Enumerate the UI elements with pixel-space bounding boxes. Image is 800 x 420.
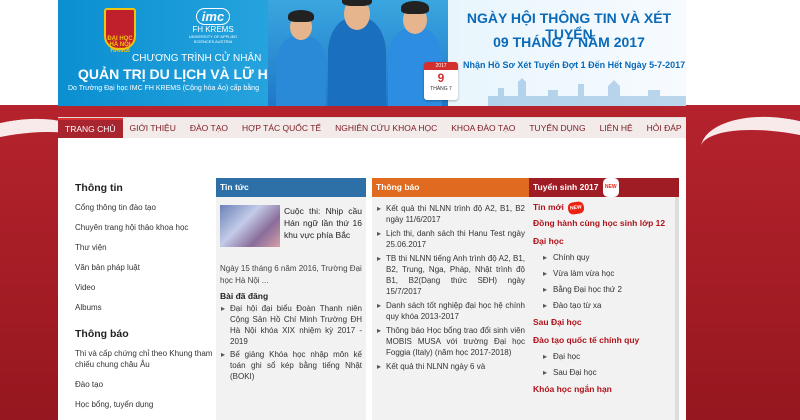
latest-news-row: Tin mới NEW [533,200,675,215]
announcements-panel: Thông báo Kết quả thi NLNN trình độ A2, … [372,178,529,420]
student-figure [276,10,326,106]
announcement-item[interactable]: Thông báo Học bổng trao đổi sinh viên MO… [376,325,525,358]
international-postgrad-link[interactable]: Sau Đại học [543,367,675,378]
calendar-month: THÁNG 7 [430,86,452,92]
new-badge-icon: NEW [567,200,585,215]
calendar-icon: 2017 9 THÁNG 7 [424,62,458,100]
announcement-item[interactable]: Kết quả thi NLNN ngày 6 và [376,361,525,372]
sidebar-item-training-portal[interactable]: Cổng thông tin đào tạo [75,202,188,213]
undergrad-distance-link[interactable]: Đào tạo từ xa [543,300,675,311]
undergrad-link[interactable]: Đại học [533,235,675,247]
page-container: ĐẠI HỌC HÀ NỘI HANOI imc FH KREMS UNIVER… [58,0,686,420]
event-date: 09 THÁNG 7 NĂM 2017 [493,34,645,50]
sidebar-item-video[interactable]: Video [75,282,188,293]
imc-logo-subtitle: UNIVERSITY OF APPLIED SCIENCES AUSTRIA [188,34,238,44]
announcements-list: Kết quả thi NLNN trình độ A2, B1, B2 ngà… [372,197,529,372]
short-course-link[interactable]: Khóa học ngắn hạn [533,383,675,395]
nav-faculties[interactable]: KHOA ĐÀO TẠO [444,118,522,139]
main-nav: TRANG CHỦ GIỚI THIỆU ĐÀO TẠO HỢP TÁC QUỐ… [58,117,689,139]
notice-section-title: Thông báo [75,328,129,340]
posted-articles-list: Đại hội đại biểu Đoàn Thanh niên Cộng Sả… [216,301,366,382]
sidebar-item-scholarships[interactable]: Học bổng, tuyển dụng [75,399,214,410]
undergrad-fulltime-link[interactable]: Chính quy [543,252,675,263]
sidebar-item-albums[interactable]: Albums [75,302,188,313]
new-badge-icon: NEW [602,178,619,198]
imc-logo-mark: imc [195,8,231,25]
latest-news-label: Tin mới [533,202,564,212]
application-deadline-notice: Nhận Hồ Sơ Xét Tuyển Đợt 1 Đến Hết Ngày … [463,60,686,70]
international-list: Đại học Sau Đại học [533,351,675,378]
nav-home[interactable]: TRANG CHỦ [58,118,123,139]
students-photo [268,0,448,106]
nav-faq[interactable]: HỎI ĐÁP [640,118,689,139]
decorative-curve-right [695,107,800,209]
admissions-panel-title: Tuyển sinh 2017 [533,182,599,192]
admissions-panel: Tuyển sinh 2017 NEW Tin mới NEW Đồng hàn… [529,178,679,420]
student-figure [328,0,386,106]
notice-section: Thông báo Thi và cấp chứng chỉ theo Khun… [64,326,214,419]
program-label: CHƯƠNG TRÌNH CỬ NHÂN [132,53,262,64]
announcement-item[interactable]: Danh sách tốt nghiệp đại học hệ chính qu… [376,300,525,322]
student-hair [342,0,372,6]
header-banner[interactable]: ĐẠI HỌC HÀ NỘI HANOI imc FH KREMS UNIVER… [58,0,686,106]
admissions-highlight-link[interactable]: Đồng hành cùng học sinh lớp 12 [533,217,675,229]
nav-training[interactable]: ĐÀO TẠO [183,118,235,139]
sidebar-item-legal-docs[interactable]: Văn bản pháp luật [75,262,188,273]
announcement-item[interactable]: TB thi NLNN tiếng Anh trình độ A2, B1, B… [376,253,525,297]
city-skyline-graphic [488,78,686,106]
admissions-menu: Tin mới NEW Đồng hành cùng học sinh lớp … [529,197,679,395]
info-section: Thông tin Cổng thông tin đào tạo Chuyên … [64,180,188,322]
student-hair [401,1,429,14]
imc-logo-name: FH KREMS [192,25,234,34]
undergrad-work-study-link[interactable]: Vừa làm vừa học [543,268,675,279]
announcement-item[interactable]: Kết quả thi NLNN trình độ A2, B1, B2 ngà… [376,203,525,225]
hanu-logo-text: ĐẠI HỌC HÀ NỘI HANOI [107,36,133,54]
news-panel: Tin tức Cuộc thi: Nhịp cầu Hán ngữ lần t… [216,178,366,420]
program-subtitle: Do Trường Đại học IMC FH KREMS (Cộng hòa… [68,85,259,92]
international-link[interactable]: Đào tạo quốc tế chính quy [533,334,675,346]
posted-article[interactable]: Đại hội đại biểu Đoàn Thanh niên Cộng Sả… [220,303,362,347]
nav-contact[interactable]: LIÊN HỆ [593,118,640,139]
news-thumbnail[interactable] [220,205,280,247]
info-section-title: Thông tin [75,182,123,194]
student-hair [288,10,314,22]
nav-international-cooperation[interactable]: HỢP TÁC QUỐC TẾ [235,118,328,139]
admissions-panel-header[interactable]: Tuyển sinh 2017 NEW [529,178,679,198]
undergrad-second-degree-link[interactable]: Bằng Đại học thứ 2 [543,284,675,295]
postgrad-link[interactable]: Sau Đại học [533,316,675,328]
sidebar-item-library[interactable]: Thư viện [75,242,188,253]
undergrad-list: Chính quy Vừa làm vừa học Bằng Đại học t… [533,252,675,311]
announcement-item[interactable]: Lịch thi, danh sách thi Hanu Test ngày 2… [376,228,525,250]
sidebar-item-conference[interactable]: Chuyên trang hội thảo khoa học [75,222,188,233]
featured-news-summary: Ngày 15 tháng 6 năm 2016, Trường Đại học… [220,264,362,285]
main-content: Thông tin Cổng thông tin đào tạo Chuyên … [58,138,686,420]
posted-articles-title: Bài đã đăng [220,291,269,301]
sidebar-item-cefr[interactable]: Thi và cấp chứng chỉ theo Khung tham chi… [75,348,214,370]
announcements-panel-header[interactable]: Thông báo [372,178,529,197]
panel-scrollbar[interactable] [675,197,679,420]
hanu-logo[interactable]: ĐẠI HỌC HÀ NỘI HANOI [104,8,136,54]
featured-news: Cuộc thi: Nhịp cầu Hán ngữ lần thứ 16 kh… [216,197,366,257]
nav-research[interactable]: NGHIÊN CỨU KHOA HỌC [328,118,444,139]
nav-about[interactable]: GIỚI THIỆU [123,118,183,139]
news-panel-header[interactable]: Tin tức [216,178,366,197]
imc-krems-logo[interactable]: imc FH KREMS UNIVERSITY OF APPLIED SCIEN… [183,8,243,44]
nav-recruitment[interactable]: TUYỂN DỤNG [522,118,592,139]
posted-article[interactable]: Bế giảng Khóa học nhập môn kế toán ghi s… [220,349,362,382]
calendar-year: 2017 [435,63,447,69]
sidebar-item-training[interactable]: Đào tạo [75,379,214,390]
program-title: QUẢN TRỊ DU LỊCH VÀ LỮ HÀNH [78,66,299,82]
calendar-day: 9 [437,71,445,85]
international-undergrad-link[interactable]: Đại học [543,351,675,362]
